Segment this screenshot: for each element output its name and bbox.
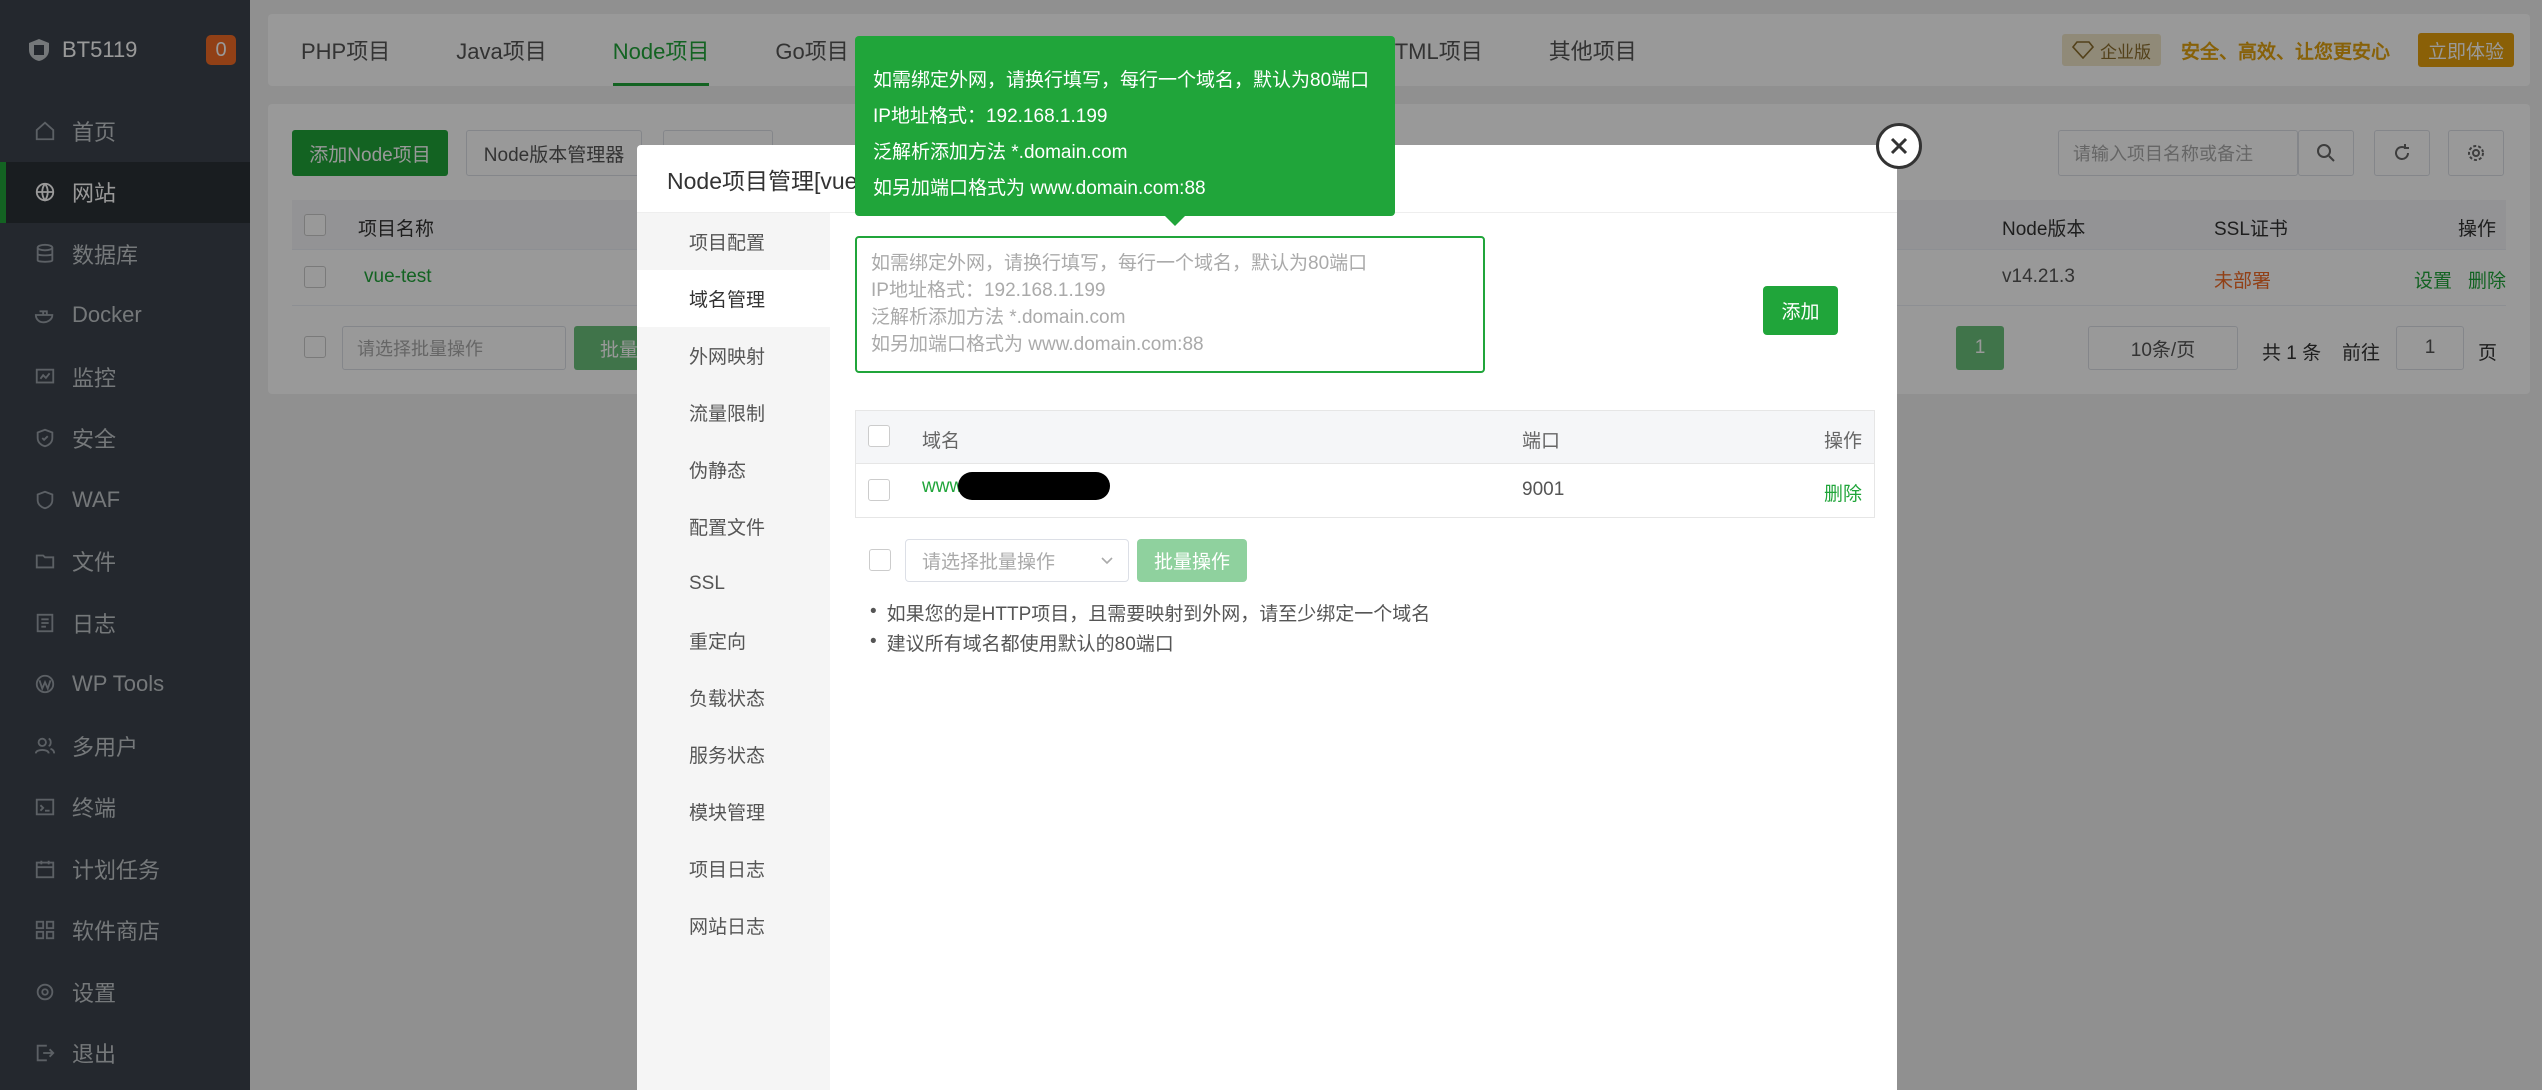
modal-nav-external-mapping[interactable]: 外网映射 — [637, 327, 830, 384]
domain-batch-select[interactable]: 请选择批量操作 — [905, 539, 1129, 582]
domain-textarea[interactable]: 如需绑定外网，请换行填写，每行一个域名，默认为80端口 IP地址格式：192.1… — [855, 236, 1485, 373]
col-domain: 域名 — [922, 431, 961, 452]
modal-nav-rewrite[interactable]: 伪静态 — [637, 441, 830, 498]
batch-select-value: 请选择批量操作 — [922, 552, 1056, 573]
redacted-domain — [958, 472, 1110, 500]
add-domain-button[interactable]: 添加 — [1763, 286, 1838, 335]
modal-nav-domain-manage[interactable]: 域名管理 — [637, 270, 830, 327]
domain-select-all-checkbox[interactable] — [868, 425, 890, 447]
tooltip-line: IP地址格式：192.168.1.199 — [873, 105, 1108, 127]
modal-nav-project-config[interactable]: 项目配置 — [637, 213, 830, 270]
domain-table-header: 域名 端口 操作 — [855, 410, 1875, 464]
modal-close-button[interactable] — [1876, 123, 1922, 169]
placeholder-line: IP地址格式：192.168.1.199 — [871, 280, 1106, 301]
domain-value: www — [922, 476, 964, 497]
domain-delete-link[interactable]: 删除 — [1824, 479, 1862, 506]
port-value: 9001 — [1522, 479, 1565, 500]
modal-nav-site-log[interactable]: 网站日志 — [637, 897, 830, 954]
modal-nav-traffic-limit[interactable]: 流量限制 — [637, 384, 830, 441]
modal-nav-module-manage[interactable]: 模块管理 — [637, 783, 830, 840]
close-icon — [1890, 137, 1908, 155]
domain-batch-button[interactable]: 批量操作 — [1137, 539, 1247, 582]
col-port: 端口 — [1522, 431, 1561, 452]
note-item: 如果您的是HTTP项目，且需要映射到外网，请至少绑定一个域名 — [870, 597, 1431, 627]
modal-nav-redirect[interactable]: 重定向 — [637, 612, 830, 669]
note-item: 建议所有域名都使用默认的80端口 — [870, 627, 1430, 657]
domain-batch-checkbox[interactable] — [869, 549, 891, 571]
chevron-down-icon — [1101, 556, 1113, 564]
tooltip-arrow — [1165, 216, 1185, 226]
tooltip-line: 如需绑定外网，请换行填写，每行一个域名，默认为80端口 — [873, 69, 1370, 91]
modal-nav-ssl[interactable]: SSL — [637, 555, 830, 612]
modal-nav-config-file[interactable]: 配置文件 — [637, 498, 830, 555]
placeholder-line: 如另加端口格式为 www.domain.com:88 — [871, 334, 1204, 355]
tooltip-line: 泛解析添加方法 *.domain.com — [873, 141, 1128, 163]
domain-notes: 如果您的是HTTP项目，且需要映射到外网，请至少绑定一个域名 建议所有域名都使用… — [870, 597, 1431, 657]
modal-nav-load-status[interactable]: 负载状态 — [637, 669, 830, 726]
domain-input-tooltip: 如需绑定外网，请换行填写，每行一个域名，默认为80端口 IP地址格式：192.1… — [855, 36, 1395, 226]
domain-row-checkbox[interactable] — [868, 479, 890, 501]
modal-nav-project-log[interactable]: 项目日志 — [637, 840, 830, 897]
modal-nav: 项目配置 域名管理 外网映射 流量限制 伪静态 配置文件 SSL 重定向 负载状… — [637, 213, 830, 1090]
col-domain-ops: 操作 — [1824, 431, 1863, 452]
placeholder-line: 如需绑定外网，请换行填写，每行一个域名，默认为80端口 — [871, 253, 1368, 274]
placeholder-line: 泛解析添加方法 *.domain.com — [871, 307, 1126, 328]
tooltip-line: 如另加端口格式为 www.domain.com:88 — [873, 177, 1206, 199]
modal-nav-service-status[interactable]: 服务状态 — [637, 726, 830, 783]
